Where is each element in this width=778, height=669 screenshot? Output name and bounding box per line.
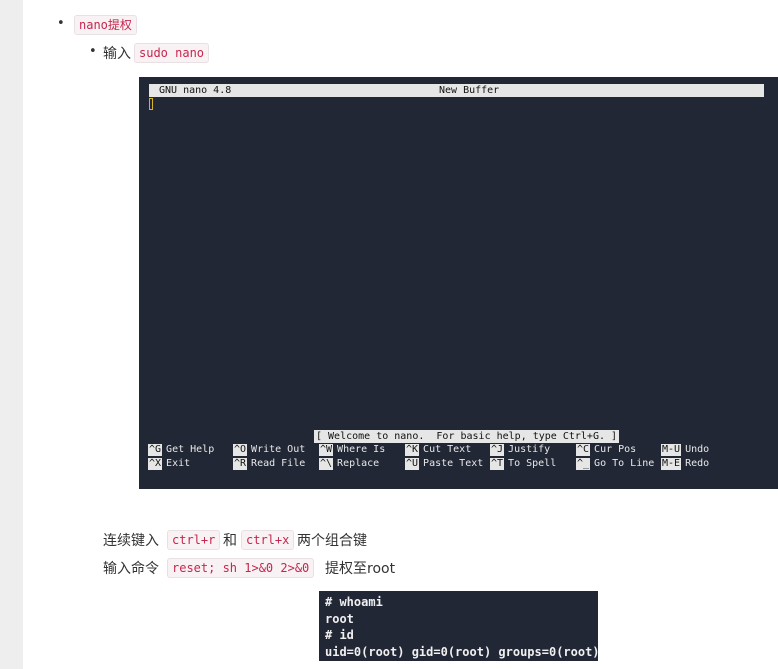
paragraph-text: 和 [223, 533, 237, 549]
inline-code-nano-privesc: nano提权 [74, 15, 137, 35]
terminal-line: root [325, 611, 354, 626]
terminal-line: # whoami [325, 595, 383, 609]
paragraph-text: 输入命令 [103, 561, 159, 577]
nano-status-message: [ Welcome to nano. For basic help, type … [314, 430, 620, 443]
paragraph-text: 提权至root [325, 561, 396, 577]
left-gutter [0, 0, 23, 669]
shortcut-replace: ^\ Replace [319, 458, 380, 470]
shortcut-go-to-line: ^_ Go To Line [576, 458, 655, 470]
shortcut-justify: ^J Justify [490, 444, 551, 456]
list-bullet: • [57, 16, 65, 31]
nano-version: GNU nano 4.8 [159, 85, 232, 96]
shortcut-paste-text: ^U Paste Text [405, 458, 484, 470]
root-shell-screenshot: # whoami root # id uid=0(root) gid=0(roo… [319, 591, 600, 661]
shortcut-read-file: ^R Read File [233, 458, 306, 470]
shortcut-to-spell: ^T To Spell [490, 458, 557, 470]
paragraph-text: 两个组合键 [297, 533, 367, 549]
terminal-line: uid=0(root) gid=0(root) groups=0(root) [325, 644, 600, 659]
shortcut-cut-text: ^K Cut Text [405, 444, 472, 456]
nano-buffer-name: New Buffer [439, 85, 500, 96]
inline-code-sudo-nano: sudo nano [134, 43, 210, 63]
shortcut-redo: M-E Redo [661, 458, 710, 470]
list-bullet: • [89, 44, 97, 59]
shortcut-undo: M-U Undo [661, 444, 710, 456]
inline-code-reset-command: reset; sh 1>&0 2>&0 [167, 558, 315, 578]
shortcut-cur-pos: ^C Cur Pos [576, 444, 637, 456]
paragraph-text: 连续键入 [103, 533, 159, 549]
nano-title-bar: GNU nano 4.8 New Buffer [149, 84, 764, 97]
shortcut-exit: ^X Exit [148, 458, 191, 470]
terminal-line: # id [325, 628, 354, 642]
inline-code-ctrl-r: ctrl+r [167, 530, 221, 550]
shortcut-where-is: ^W Where Is [319, 444, 386, 456]
nano-terminal-screenshot: GNU nano 4.8 New Buffer [ Welcome to nan… [139, 77, 778, 489]
inline-code-ctrl-x: ctrl+x [241, 530, 295, 550]
text-cursor [149, 98, 153, 110]
shortcut-write-out: ^O Write Out [233, 444, 306, 456]
list-item-label: 输入 [103, 46, 131, 62]
shortcut-get-help: ^G Get Help [148, 444, 215, 456]
